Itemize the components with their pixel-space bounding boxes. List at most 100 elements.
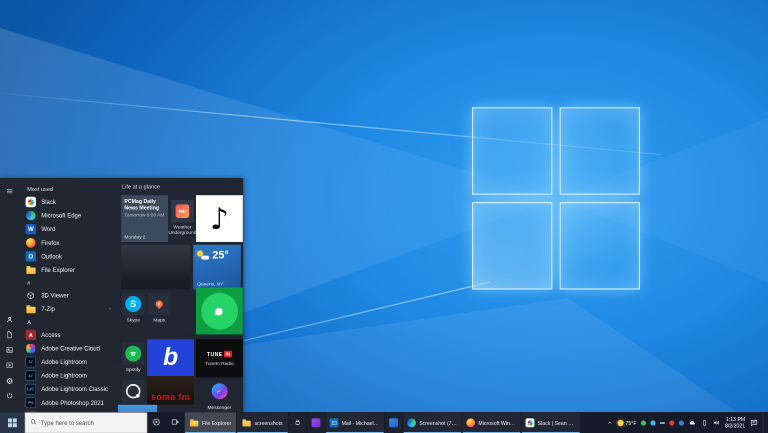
- app-item-outlook[interactable]: O Outlook: [19, 250, 118, 264]
- taskbar-window-mail[interactable]: Mail - Michael Mu…: [326, 412, 384, 433]
- taskbar-pinned-purple-app[interactable]: [307, 412, 325, 433]
- onedrive-icon[interactable]: [689, 412, 697, 433]
- tile-label: Skype: [121, 317, 145, 323]
- app-item-adobe-lightroom-2[interactable]: Lr Adobe Lightroom: [19, 369, 118, 383]
- firefox-icon: [26, 238, 36, 248]
- taskbar-clock[interactable]: 1:13 PM 8/2/2021: [725, 416, 745, 429]
- search-input[interactable]: Type here to search: [25, 412, 147, 433]
- weather-underground-icon: wu: [176, 204, 190, 218]
- tile-whatsapp[interactable]: [196, 288, 243, 335]
- tray-app-gray[interactable]: [660, 412, 665, 433]
- chevron-down-icon: [108, 306, 113, 313]
- tile-group-title[interactable]: Life at a glance: [122, 183, 160, 189]
- tile-label: TuneIn Radio: [205, 360, 234, 366]
- tile-label: Maps: [147, 317, 171, 323]
- tile-spotify[interactable]: Spotify: [121, 342, 145, 372]
- app-item-adobe-creative-cloud[interactable]: Adobe Creative Cloud: [19, 342, 118, 356]
- app-item-adobe-lightroom-classic[interactable]: LrC Adobe Lightroom Classic: [19, 382, 118, 396]
- hamburger-icon: [6, 187, 14, 197]
- cortana-icon: [152, 417, 161, 428]
- map-pin-icon: [154, 299, 164, 309]
- taskbar-window-screenshots[interactable]: screenshots: [237, 412, 288, 433]
- power-button[interactable]: [2, 390, 16, 404]
- pictures-button[interactable]: [2, 344, 16, 358]
- taskbar-window-screenshot-image[interactable]: Screenshot (75).pn…: [403, 412, 461, 433]
- clock-date: 8/2/2021: [725, 423, 745, 430]
- folder-icon: [26, 304, 36, 314]
- outlook-icon: O: [26, 251, 36, 261]
- app-label: Firefox: [41, 239, 59, 246]
- search-icon: [30, 418, 37, 427]
- hidden-icons-button[interactable]: [607, 412, 613, 433]
- power-icon: [6, 391, 14, 401]
- start-app-list: Most used Slack Microsoft Edge W Word Fi…: [19, 178, 118, 412]
- taskbar-window-slack[interactable]: Slack | Sean Carrol…: [522, 412, 580, 433]
- app-item-word[interactable]: W Word: [19, 222, 118, 236]
- sun-icon: [618, 420, 624, 426]
- tile-soma-fm[interactable]: soma fm: [147, 376, 194, 405]
- tile-messenger[interactable]: Messenger: [196, 380, 243, 410]
- tile-tunein-radio[interactable]: TUNE IN TuneIn Radio: [196, 339, 243, 377]
- tile-groove-music[interactable]: ♪: [196, 195, 243, 242]
- tile-label: Spotify: [121, 367, 145, 373]
- app-label: Adobe Lightroom: [41, 359, 87, 366]
- tile-partially-visible[interactable]: [118, 405, 157, 412]
- your-phone-icon[interactable]: [701, 412, 708, 433]
- tile-calendar[interactable]: PCMag Daily News Meeting Tomorrow 9:00 A…: [121, 195, 168, 242]
- taskbar-window-file-explorer[interactable]: File Explorer: [185, 412, 236, 433]
- tray-app-red[interactable]: [669, 412, 674, 433]
- tile-weather[interactable]: 25° Queens, NY: [193, 245, 241, 290]
- lightroom-icon: Lr: [26, 370, 36, 380]
- tile-weather-underground[interactable]: wu: [171, 200, 193, 222]
- windows-logo-pane: [560, 202, 640, 290]
- lightroom-classic-icon: LrC: [26, 384, 36, 394]
- access-icon: A: [26, 330, 36, 340]
- app-item-microsoft-edge[interactable]: Microsoft Edge: [19, 209, 118, 223]
- system-tray: 75°F 1:13 PM 8/2/2021: [607, 412, 768, 433]
- cortana-button[interactable]: [147, 412, 165, 433]
- mail-icon: [330, 418, 339, 427]
- section-header-most-used: Most used: [19, 183, 118, 195]
- weather-widget[interactable]: 75°F: [618, 412, 637, 433]
- taskbar: Type here to search File Explorer screen…: [0, 412, 768, 433]
- app-item-access[interactable]: A Access: [19, 328, 118, 342]
- taskbar-pinned-lock-app[interactable]: [289, 412, 307, 433]
- settings-button[interactable]: ⚙: [2, 374, 16, 388]
- tray-app-blue[interactable]: [679, 412, 684, 433]
- windows-logo-pane: [560, 107, 640, 195]
- section-header-a[interactable]: A: [19, 316, 118, 328]
- app-item-firefox[interactable]: Firefox: [19, 236, 118, 250]
- tile-maps[interactable]: Maps: [147, 293, 171, 323]
- edge-icon: [26, 210, 36, 220]
- skype-icon: S: [125, 296, 141, 312]
- videos-button[interactable]: [2, 359, 16, 373]
- action-center-button[interactable]: [750, 412, 759, 433]
- volume-icon[interactable]: [713, 412, 721, 433]
- folder-icon: [26, 265, 36, 275]
- tile-photos[interactable]: [121, 245, 190, 290]
- tile-skype[interactable]: S Skype: [121, 293, 145, 323]
- tile-bandcamp[interactable]: b: [147, 339, 194, 377]
- expand-menu-button[interactable]: [2, 185, 16, 199]
- weather-temperature: 25°: [212, 249, 228, 261]
- taskbar-pinned-blue-app[interactable]: [385, 412, 403, 433]
- user-account-button[interactable]: [2, 314, 16, 328]
- taskbar-window-firefox[interactable]: Microsoft Window…: [462, 412, 520, 433]
- bandcamp-icon: b: [163, 344, 178, 369]
- app-item-slack[interactable]: Slack: [19, 195, 118, 209]
- start-tiles-area: Life at a glance PCMag Daily News Meetin…: [118, 178, 243, 412]
- documents-button[interactable]: [2, 329, 16, 343]
- task-view-button[interactable]: [166, 412, 184, 433]
- section-header-hash[interactable]: #: [19, 277, 118, 289]
- tray-app-green[interactable]: [641, 412, 646, 433]
- tray-app-teal[interactable]: [651, 412, 656, 433]
- app-item-3d-viewer[interactable]: 3D Viewer: [19, 289, 118, 303]
- tile-label: Messenger: [196, 404, 243, 410]
- app-label: Adobe Lightroom Classic: [41, 386, 108, 393]
- app-item-file-explorer[interactable]: File Explorer: [19, 263, 118, 277]
- app-item-adobe-lightroom[interactable]: Lr Adobe Lightroom: [19, 355, 118, 369]
- app-item-7zip-folder[interactable]: 7-Zip: [19, 302, 118, 316]
- start-button[interactable]: [0, 412, 25, 433]
- app-item-adobe-photoshop-2021[interactable]: Ps Adobe Photoshop 2021: [19, 396, 118, 410]
- show-desktop-button[interactable]: [763, 412, 767, 433]
